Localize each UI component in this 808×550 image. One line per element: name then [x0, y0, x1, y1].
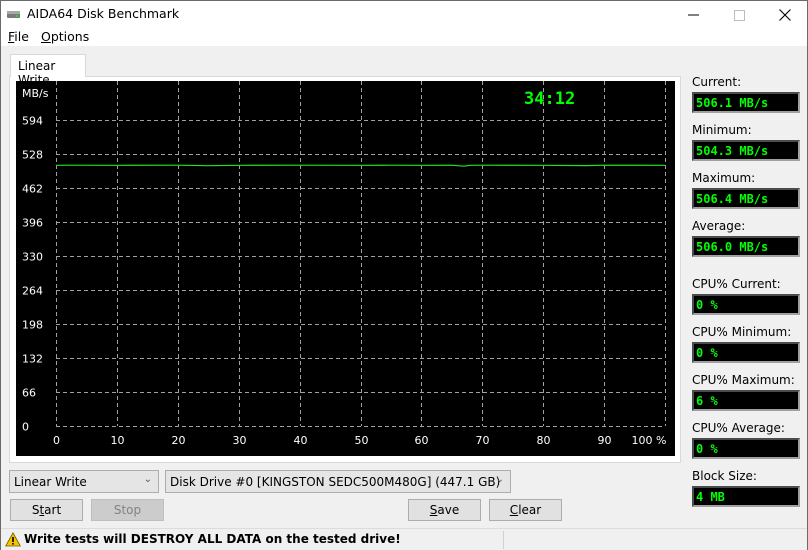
y-tick-label: 132	[22, 353, 43, 366]
menu-options-label: ptions	[50, 29, 90, 44]
cpu-current-value: 0 %	[692, 294, 800, 315]
cpu-average-value: 0 %	[692, 438, 800, 459]
x-tick-label: 10	[111, 434, 125, 447]
benchmark-chart: 0 66 132 198 264 330 396 462 528 594 0 10 20 30 40 50 60…	[16, 81, 675, 456]
y-tick-label: 198	[22, 319, 43, 332]
chart-svg: 0 66 132 198 264 330 396 462 528 594 0 10 20 30 40 50 60…	[22, 81, 667, 447]
y-tick-label: 396	[22, 217, 43, 230]
start-button[interactable]: Start	[10, 499, 83, 521]
cpu-maximum-value: 6 %	[692, 390, 800, 411]
drive-select[interactable]: Disk Drive #0 [KINGSTON SEDC500M480G] (4…	[165, 470, 511, 493]
status-bar: Write tests will DESTROY ALL DATA on the…	[1, 528, 807, 550]
close-button[interactable]	[762, 1, 808, 29]
cpu-maximum-label: CPU% Maximum:	[692, 373, 795, 387]
warning-message: Write tests will DESTROY ALL DATA on the…	[24, 532, 401, 546]
x-tick-label: 80	[537, 434, 551, 447]
x-tick-label: 40	[294, 434, 308, 447]
chevron-down-icon: ⌄	[495, 474, 504, 485]
current-value: 506.1 MB/s	[692, 92, 800, 113]
x-tick-label: 60	[415, 434, 429, 447]
minimum-value: 504.3 MB/s	[692, 140, 800, 161]
average-label: Average:	[692, 219, 746, 233]
test-type-value: Linear Write	[14, 475, 87, 489]
warning-icon	[5, 532, 21, 547]
x-tick-label: 100 %	[632, 434, 667, 447]
aida64-disk-benchmark-window: AIDA64 Disk Benchmark File Options Linea…	[0, 0, 808, 550]
x-tick-label: 0	[53, 434, 60, 447]
cpu-current-label: CPU% Current:	[692, 277, 781, 291]
window-title: AIDA64 Disk Benchmark	[27, 6, 180, 21]
stop-button[interactable]: Stop	[91, 499, 164, 521]
chevron-down-icon: ⌄	[143, 474, 152, 485]
minimum-label: Minimum:	[692, 123, 752, 137]
menu-options-accel: O	[41, 29, 51, 44]
test-type-select[interactable]: Linear Write ⌄	[9, 470, 159, 493]
block-size-value: 4 MB	[692, 486, 800, 507]
menu-options[interactable]: Options	[41, 29, 89, 44]
average-value: 506.0 MB/s	[692, 236, 800, 257]
cpu-average-label: CPU% Average:	[692, 421, 785, 435]
y-tick-label: 66	[22, 387, 36, 400]
current-label: Current:	[692, 75, 742, 89]
elapsed-timer: 34:12	[524, 89, 576, 109]
save-button[interactable]: Save	[408, 499, 481, 521]
y-tick-label: 264	[22, 285, 43, 298]
start-label-b: art	[44, 503, 62, 517]
cpu-minimum-value: 0 %	[692, 342, 800, 363]
x-tick-label: 70	[476, 434, 490, 447]
series-line-linear-write	[55, 164, 666, 167]
drive-value: Disk Drive #0 [KINGSTON SEDC500M480G] (4…	[170, 475, 501, 489]
x-tick-label: 50	[355, 434, 369, 447]
y-tick-label: 528	[22, 149, 43, 162]
menu-bar: File Options	[1, 29, 807, 46]
x-tick-label: 20	[172, 434, 186, 447]
disk-drive-icon	[7, 11, 20, 18]
title-bar[interactable]: AIDA64 Disk Benchmark	[1, 1, 807, 29]
block-size-label: Block Size:	[692, 469, 757, 483]
maximize-button[interactable]	[716, 1, 762, 29]
close-icon	[779, 9, 791, 21]
menu-file-label: ile	[14, 29, 29, 44]
clear-button[interactable]: Clear	[489, 499, 562, 521]
save-label: ave	[437, 503, 460, 517]
y-axis-label: MB/s	[22, 87, 49, 100]
status-separator	[503, 531, 504, 549]
maximum-value: 506.4 MB/s	[692, 188, 800, 209]
y-tick-label: 0	[22, 421, 29, 434]
minimize-button[interactable]	[670, 1, 716, 29]
menu-file[interactable]: File	[8, 29, 29, 44]
y-tick-label: 330	[22, 251, 43, 264]
y-tick-label: 594	[22, 115, 43, 128]
cpu-minimum-label: CPU% Minimum:	[692, 325, 792, 339]
maximize-icon	[733, 9, 745, 21]
x-tick-label: 30	[233, 434, 247, 447]
minimize-icon	[687, 14, 699, 16]
clear-label: lear	[518, 503, 542, 517]
clear-label-accel: C	[509, 503, 519, 517]
y-tick-label: 462	[22, 183, 43, 196]
tab-linear-write[interactable]: Linear Write	[10, 54, 86, 87]
maximum-label: Maximum:	[692, 171, 756, 185]
x-tick-label: 90	[598, 434, 612, 447]
